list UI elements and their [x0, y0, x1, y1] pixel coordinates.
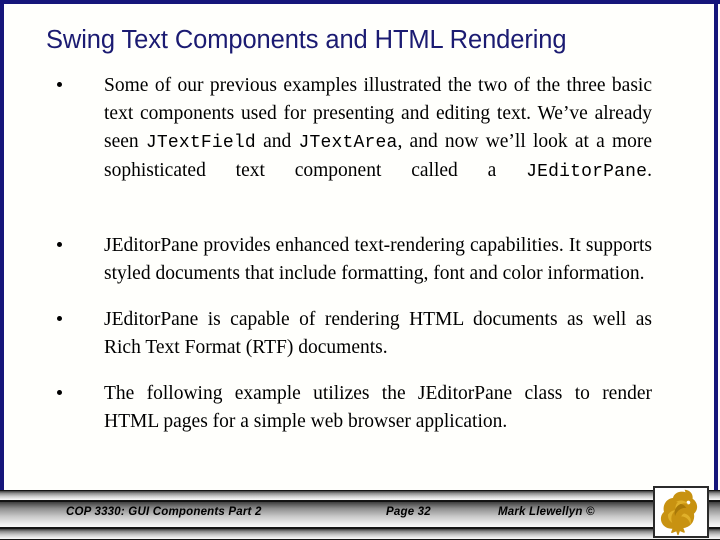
bullet-marker-icon [57, 390, 62, 395]
code-literal: JEditorPane [526, 162, 648, 182]
body-text-run: JEditorPane is capable of rendering HTML… [104, 309, 652, 358]
list-item-text: The following example utilizes the JEdit… [104, 380, 652, 436]
list-item: Some of our previous examples illustrate… [0, 72, 720, 214]
code-literal: JTextField [145, 133, 256, 153]
footer-page-number: Page 32 [386, 506, 431, 518]
footer-author-label: Mark Llewellyn © [498, 506, 595, 518]
slide-footer: COP 3330: GUI Components Part 2 Page 32 … [0, 490, 720, 540]
bullet-marker-icon [57, 82, 62, 87]
code-literal: JTextArea [298, 133, 398, 153]
list-item: JEditorPane is capable of rendering HTML… [0, 306, 720, 362]
body-text-run: The following example utilizes the JEdit… [104, 383, 652, 432]
body-text-run: and [255, 131, 299, 152]
list-item: The following example utilizes the JEdit… [0, 380, 720, 436]
list-item-text: JEditorPane is capable of rendering HTML… [104, 306, 652, 362]
list-item-text: JEditorPane provides enhanced text-rende… [104, 232, 652, 288]
body-text-run: . [647, 160, 652, 181]
footer-bar-bottom [0, 528, 720, 540]
bullet-marker-icon [57, 242, 62, 247]
bullet-marker-icon [57, 316, 62, 321]
body-text-run: JEditorPane provides enhanced text-rende… [104, 235, 652, 284]
bullet-list: Some of our previous examples illustrate… [0, 72, 720, 454]
footer-bar-top [0, 490, 720, 501]
slide-canvas: Swing Text Components and HTML Rendering… [0, 0, 720, 540]
footer-course-label: COP 3330: GUI Components Part 2 [66, 506, 262, 518]
list-item-text: Some of our previous examples illustrate… [104, 72, 652, 214]
slide-border-top [0, 0, 720, 4]
list-item: JEditorPane provides enhanced text-rende… [0, 232, 720, 288]
ucf-pegasus-logo-icon [653, 486, 709, 538]
page-title: Swing Text Components and HTML Rendering [46, 26, 567, 54]
